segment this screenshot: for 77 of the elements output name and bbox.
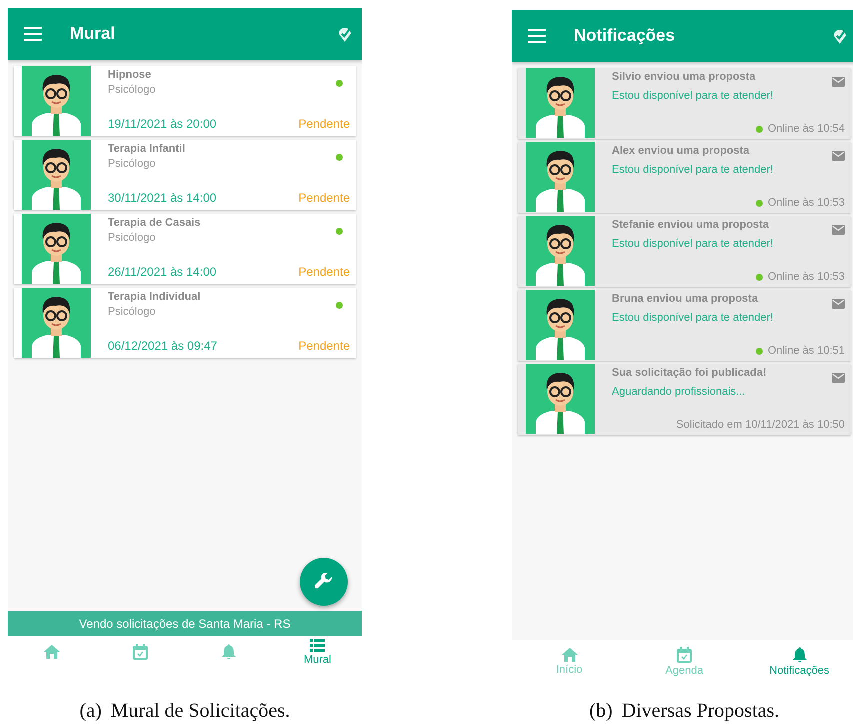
card-title: Hipnose — [108, 69, 152, 81]
menu-icon[interactable] — [528, 29, 546, 43]
request-card[interactable]: Terapia Individual Psicólogo 06/12/2021 às 09:47 Pendente — [14, 288, 356, 358]
home-icon — [562, 648, 578, 662]
request-card[interactable]: Terapia de Casais Psicólogo 26/11/2021 às 14:00 Pendente — [14, 214, 356, 284]
caption-label: (a) — [80, 700, 102, 723]
map-pin-icon[interactable] — [833, 28, 847, 44]
request-card[interactable]: Hipnose Psicólogo 19/11/2021 às 20:00 Pendente — [14, 66, 356, 136]
notification-time: Online às 10:53 — [768, 271, 845, 283]
notification-title: Alex enviou uma proposta — [612, 145, 750, 157]
notification-title: Stefanie enviou uma proposta — [612, 219, 770, 231]
nav-tab[interactable]: Agenda — [627, 640, 742, 684]
doctor-avatar-drawing — [22, 214, 91, 284]
mail-icon — [832, 299, 845, 309]
card-subtitle: Psicólogo — [108, 84, 157, 96]
card-date: 19/11/2021 às 20:00 — [108, 117, 217, 131]
doctor-avatar-drawing — [22, 288, 91, 358]
card-status: Pendente — [298, 191, 350, 205]
bell-icon — [222, 644, 236, 660]
nav-tab[interactable]: Notificações — [742, 640, 853, 684]
mail-icon — [832, 225, 845, 235]
card-title: Terapia Individual — [108, 291, 201, 303]
doctor-avatar-drawing — [22, 140, 91, 210]
notification-card[interactable]: Sua solicitação foi publicada! Aguardando profissionais... Solicitado em 10/11/2021 às 10:50 — [518, 364, 851, 435]
card-title: Terapia de Casais — [108, 217, 201, 229]
calendar-icon — [133, 644, 148, 660]
map-pin-icon[interactable] — [338, 26, 352, 42]
card-subtitle: Psicólogo — [108, 306, 157, 318]
doctor-avatar-drawing — [526, 290, 595, 360]
mail-icon — [832, 151, 845, 161]
list-icon — [310, 638, 326, 652]
card-subtitle: Psicólogo — [108, 158, 157, 170]
caption-text: Mural de Solicitações. — [110, 700, 290, 723]
screen-title: Mural — [70, 24, 116, 44]
notification-title: Sua solicitação foi publicada! — [612, 367, 767, 379]
card-subtitle: Psicólogo — [108, 232, 157, 244]
notification-time: Online às 10:53 — [768, 197, 845, 209]
notification-message: Aguardando profissionais... — [612, 386, 746, 398]
doctor-avatar-drawing — [526, 142, 595, 212]
card-title: Terapia Infantil — [108, 143, 186, 155]
mail-icon — [832, 77, 845, 87]
card-status: Pendente — [298, 265, 350, 279]
doctor-avatar-drawing — [526, 216, 595, 286]
notification-title: Silvio enviou uma proposta — [612, 71, 756, 83]
notification-card[interactable]: Alex enviou uma proposta Estou disponível para te atender! Online às 10:53 — [518, 142, 851, 213]
caption-text: Diversas Propostas. — [622, 700, 780, 723]
menu-icon[interactable] — [24, 27, 42, 41]
nav-tab[interactable]: Início — [512, 640, 627, 684]
caption-label: (b) — [589, 700, 613, 723]
notification-message: Estou disponível para te atender! — [612, 90, 774, 102]
calendar-icon — [677, 647, 692, 663]
notification-message: Estou disponível para te atender! — [612, 238, 774, 250]
wrench-icon — [315, 573, 333, 591]
wrench-fab[interactable] — [300, 558, 348, 606]
mail-icon — [832, 373, 845, 383]
notification-card[interactable]: Silvio enviou uma proposta Estou disponível para te atender! Online às 10:54 — [518, 68, 851, 139]
doctor-avatar-drawing — [526, 364, 595, 434]
screen-title: Notificações — [574, 26, 676, 46]
notification-title: Bruna enviou uma proposta — [612, 293, 758, 305]
notification-time: Online às 10:54 — [768, 123, 845, 135]
notification-card[interactable]: Bruna enviou uma proposta Estou disponível para te atender! Online às 10:51 — [518, 290, 851, 361]
location-banner: Vendo solicitações de Santa Maria - RS — [8, 611, 362, 636]
notification-message: Estou disponível para te atender! — [612, 312, 774, 324]
card-status: Pendente — [298, 339, 350, 353]
notification-message: Estou disponível para te atender! — [612, 164, 774, 176]
notification-time: Solicitado em 10/11/2021 às 10:50 — [676, 419, 845, 431]
home-icon — [44, 645, 60, 659]
card-date: 26/11/2021 às 14:00 — [108, 265, 217, 279]
card-date: 30/11/2021 às 14:00 — [108, 191, 217, 205]
bell-icon — [792, 647, 806, 663]
notification-card[interactable]: Stefanie enviou uma proposta Estou disponível para te atender! Online às 10:53 — [518, 216, 851, 287]
request-card[interactable]: Terapia Infantil Psicólogo 30/11/2021 às 14:00 Pendente — [14, 140, 356, 210]
doctor-avatar-drawing — [22, 66, 91, 136]
card-date: 06/12/2021 às 09:47 — [108, 339, 218, 353]
notification-time: Online às 10:51 — [768, 345, 845, 357]
card-status: Pendente — [298, 117, 350, 131]
doctor-avatar-drawing — [526, 68, 595, 138]
